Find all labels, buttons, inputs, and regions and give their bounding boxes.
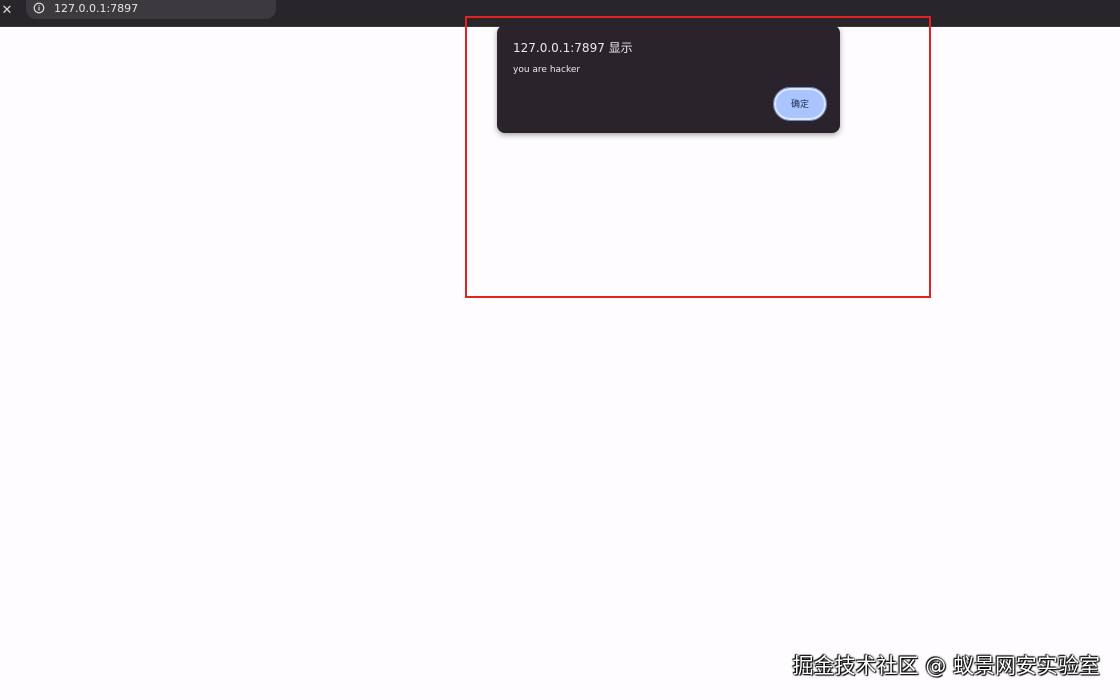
close-icon[interactable]: ✕ <box>0 2 14 20</box>
url-text: 127.0.0.1:7897 <box>54 2 139 15</box>
browser-toolbar: ✕ 127.0.0.1:7897 <box>0 0 1120 27</box>
browser-page: ✕ 127.0.0.1:7897 127.0.0.1:7897 显示 you a… <box>0 0 1120 700</box>
info-icon[interactable] <box>33 2 45 14</box>
dialog-message: you are hacker <box>513 65 581 75</box>
alert-dialog: 127.0.0.1:7897 显示 you are hacker 确定 <box>497 25 840 133</box>
dialog-title: 127.0.0.1:7897 显示 <box>513 41 633 55</box>
ok-button[interactable]: 确定 <box>773 87 827 121</box>
watermark: 掘金技术社区 @ 蚁景网安实验室 <box>792 654 1100 678</box>
